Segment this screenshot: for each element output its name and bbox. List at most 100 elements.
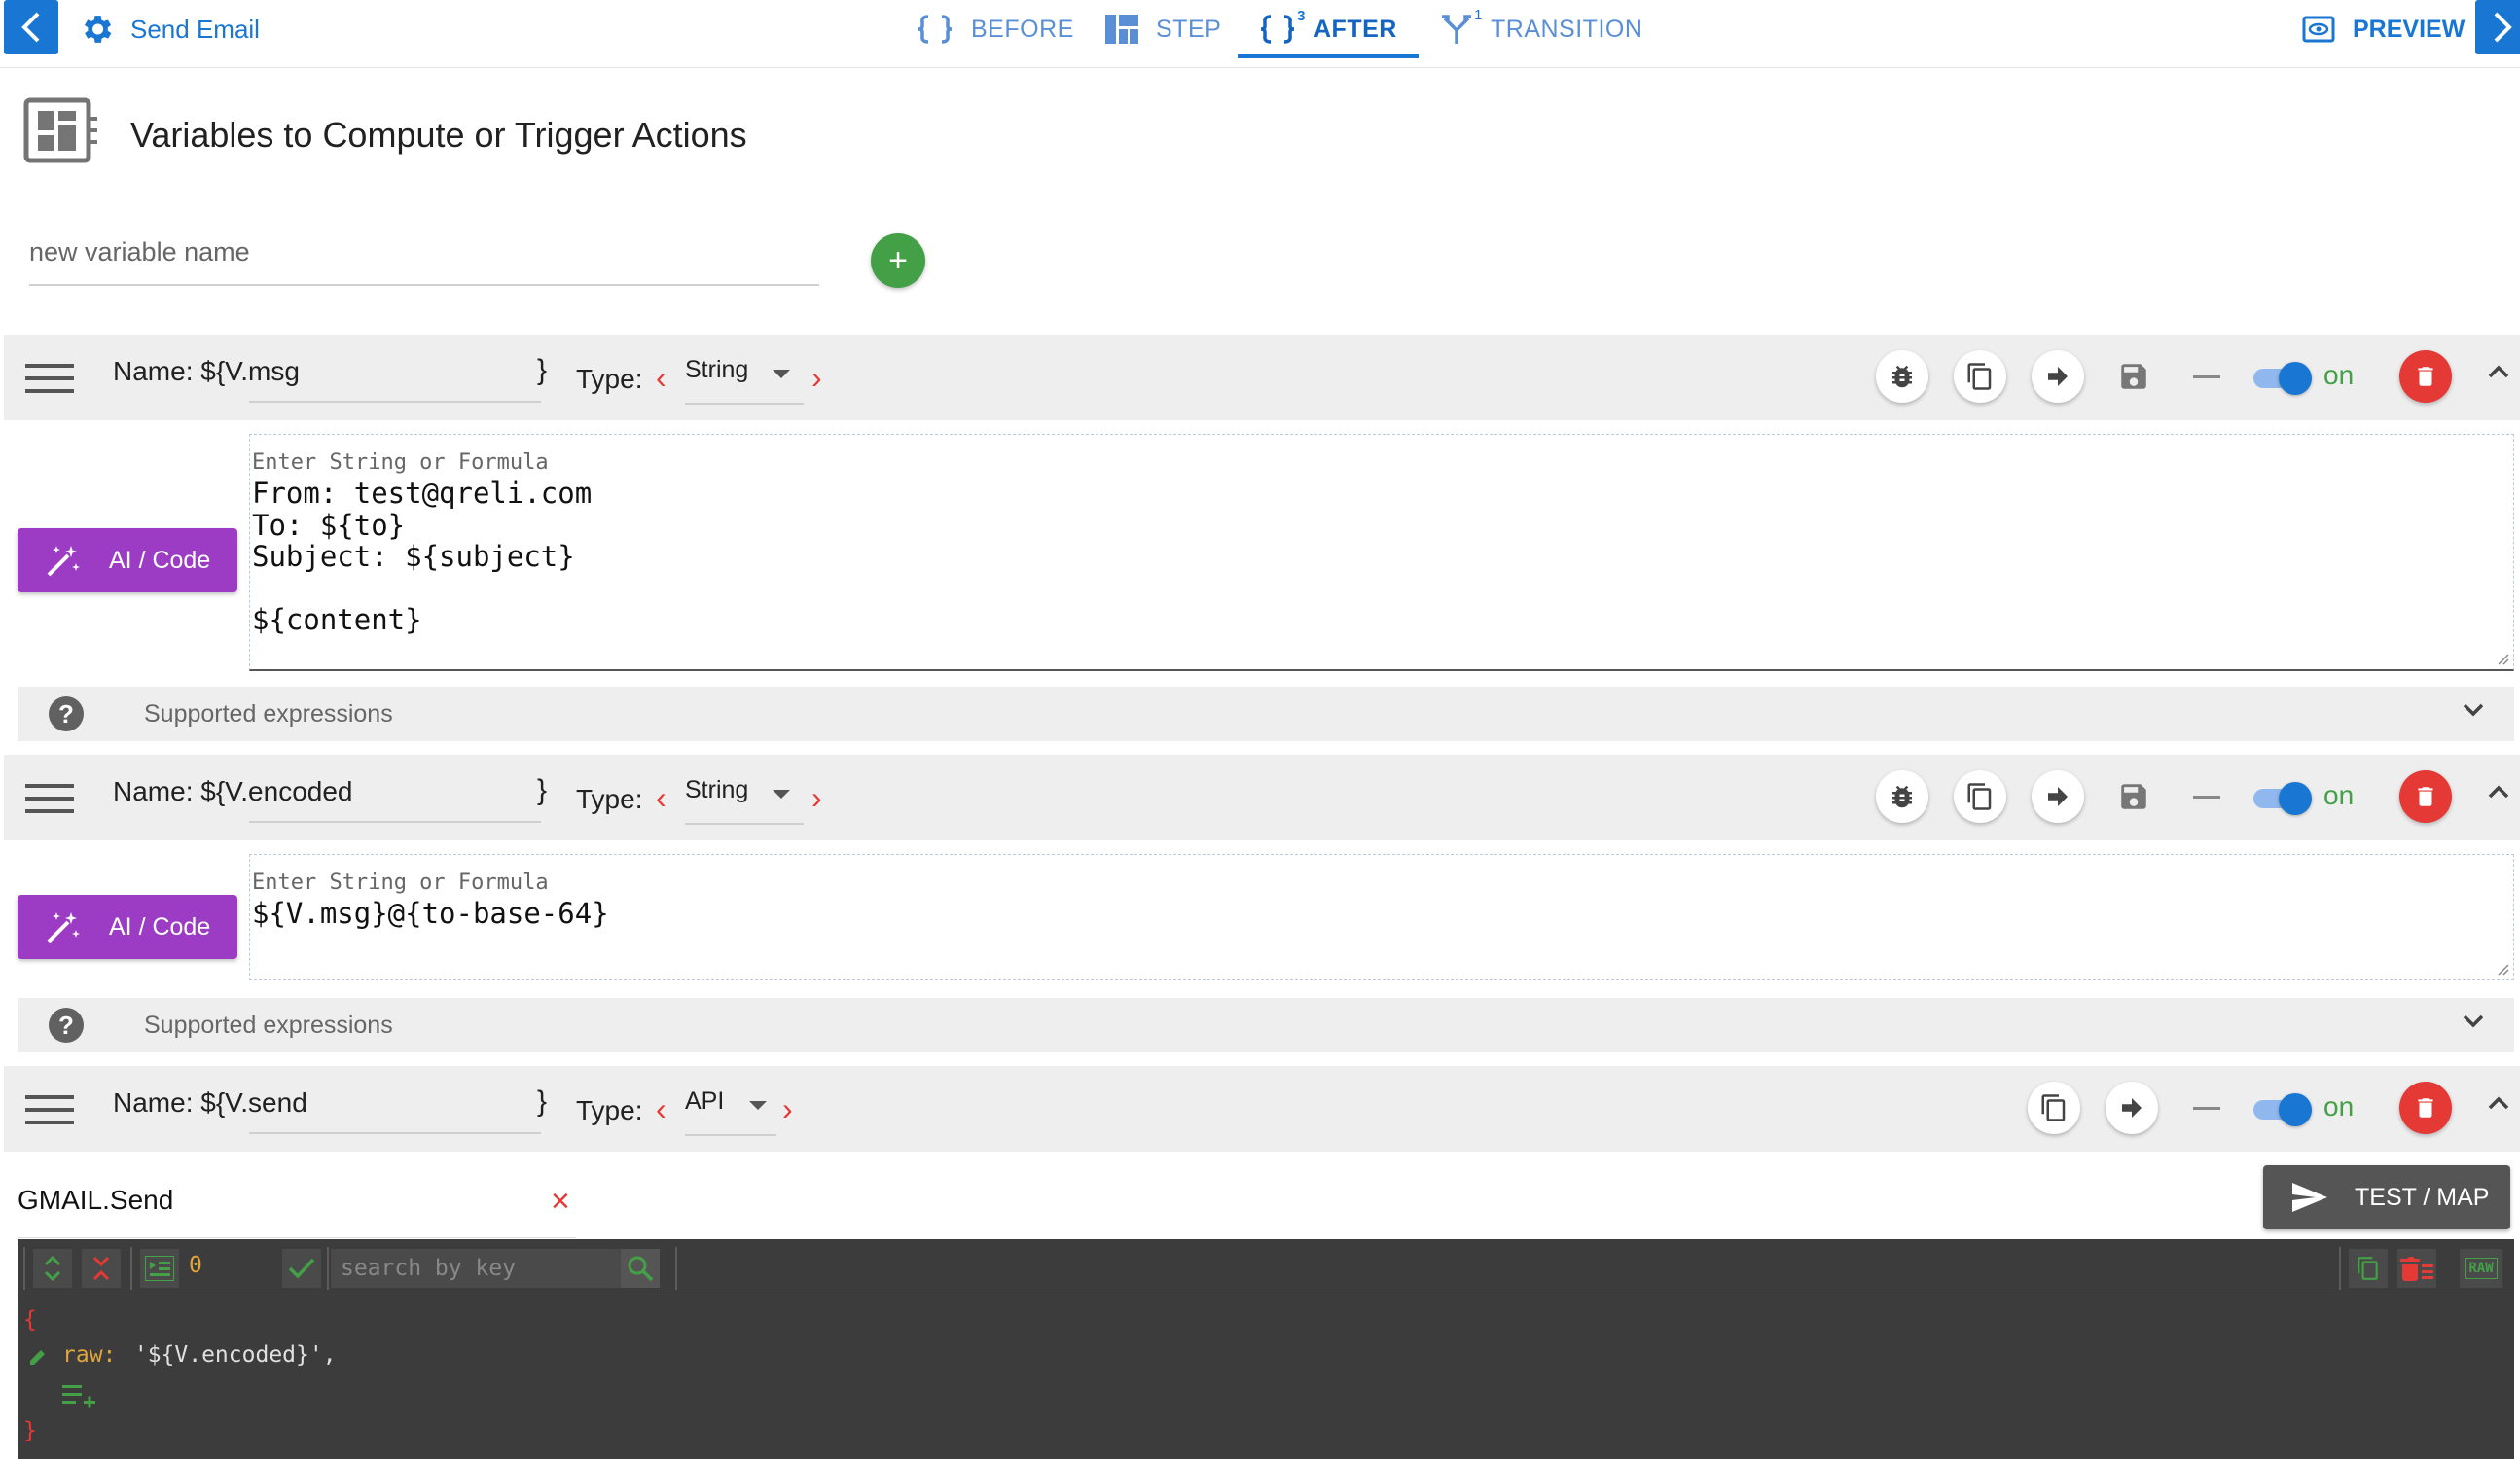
copy-button[interactable]	[1954, 350, 2006, 403]
chevron-up-icon[interactable]	[2487, 784, 2510, 800]
json-editor[interactable]: 0 search by key RAW { raw: '${V.encoded}…	[18, 1239, 2514, 1459]
formula-editor[interactable]: Enter String or Formula From: test@qreli…	[249, 434, 2514, 671]
add-variable-button[interactable]: +	[871, 233, 925, 288]
toggle-label: on	[2323, 780, 2355, 810]
save-icon[interactable]	[2117, 780, 2150, 813]
resize-grip-icon[interactable]	[2496, 652, 2509, 665]
add-field-icon[interactable]	[62, 1383, 97, 1408]
drag-handle-icon[interactable]	[25, 364, 76, 393]
ai-code-label: AI / Code	[109, 912, 211, 941]
chevron-up-icon[interactable]	[2487, 1095, 2510, 1111]
toggle-label: on	[2323, 360, 2355, 390]
search-button[interactable]	[621, 1249, 660, 1288]
collapse-icon	[92, 1256, 110, 1281]
enable-toggle[interactable]	[2253, 362, 2312, 395]
forward-button[interactable]	[2475, 0, 2520, 54]
fork-icon: 1	[1440, 7, 1483, 46]
type-select[interactable]: String	[685, 776, 748, 804]
new-variable-input[interactable]: new variable name	[29, 220, 819, 286]
collapse-all-button[interactable]	[82, 1249, 121, 1288]
enable-toggle[interactable]	[2253, 782, 2312, 815]
list-view-button[interactable]	[140, 1249, 179, 1288]
toolbar-separator	[2339, 1247, 2341, 1290]
preview-button[interactable]: PREVIEW	[2302, 0, 2465, 58]
name-underline	[249, 821, 541, 823]
ai-code-button[interactable]: AI / Code	[18, 895, 237, 959]
chevron-down-icon[interactable]	[2462, 702, 2485, 718]
debug-button[interactable]	[1876, 770, 1928, 823]
supported-expressions-label: Supported expressions	[144, 700, 393, 728]
tab-after[interactable]: 3 AFTER	[1259, 0, 1397, 58]
variable-name-field[interactable]: Name: ${V.msg	[113, 356, 300, 387]
tab-transition[interactable]: 1 TRANSITION	[1440, 0, 1642, 58]
variable-name-field[interactable]: Name: ${V.send	[113, 1087, 307, 1119]
type-prev-icon[interactable]: ‹	[656, 780, 666, 816]
toolbar-separator	[327, 1247, 329, 1290]
dropdown-arrow-icon[interactable]	[773, 370, 790, 378]
clear-api-icon[interactable]: ×	[551, 1183, 570, 1221]
drag-handle-icon[interactable]	[25, 784, 76, 813]
step-title[interactable]: Send Email	[78, 10, 260, 49]
type-select[interactable]: String	[685, 356, 748, 384]
save-icon[interactable]	[2117, 360, 2150, 393]
clear-json-button[interactable]	[2397, 1249, 2436, 1288]
magic-wand-icon	[47, 546, 80, 577]
json-search-input[interactable]: search by key	[331, 1249, 642, 1288]
expand-all-button[interactable]	[33, 1249, 72, 1288]
debug-button[interactable]	[1876, 350, 1928, 403]
delete-button[interactable]	[2399, 1082, 2452, 1134]
test-map-button[interactable]: TEST / MAP	[2263, 1165, 2510, 1229]
ai-code-button[interactable]: AI / Code	[18, 528, 237, 592]
copy-button[interactable]	[2028, 1082, 2080, 1134]
copy-json-button[interactable]	[2349, 1249, 2388, 1288]
move-button[interactable]	[2032, 770, 2084, 823]
delete-button[interactable]	[2399, 350, 2452, 403]
variables-section-icon	[23, 97, 97, 163]
tab-transition-badge: 1	[1474, 7, 1483, 23]
edit-pencil-icon[interactable]	[27, 1346, 49, 1368]
type-next-icon[interactable]: ›	[811, 360, 822, 396]
supported-expressions-panel[interactable]: ? Supported expressions	[18, 687, 2514, 741]
raw-mode-button[interactable]: RAW	[2460, 1249, 2502, 1288]
delete-button[interactable]	[2399, 770, 2452, 823]
collapse-dash-icon[interactable]	[2193, 375, 2220, 378]
chevron-up-icon[interactable]	[2487, 364, 2510, 379]
type-prev-icon[interactable]: ‹	[656, 1091, 666, 1127]
type-select[interactable]: API	[685, 1087, 724, 1116]
chevron-left-icon	[21, 12, 40, 43]
supported-expressions-panel[interactable]: ? Supported expressions	[18, 998, 2514, 1052]
resize-grip-icon[interactable]	[2496, 962, 2509, 976]
name-underline	[249, 1132, 541, 1134]
back-button[interactable]	[4, 0, 58, 54]
api-name-field[interactable]: GMAIL.Send	[18, 1185, 173, 1216]
copy-icon	[2041, 1094, 2066, 1121]
type-next-icon[interactable]: ›	[782, 1091, 793, 1127]
confirm-button[interactable]	[282, 1249, 321, 1288]
variable-name-field[interactable]: Name: ${V.encoded	[113, 776, 353, 807]
chevron-down-icon[interactable]	[2462, 1014, 2485, 1029]
dropdown-arrow-icon[interactable]	[773, 790, 790, 799]
type-label: Type:	[576, 1095, 643, 1125]
collapse-dash-icon[interactable]	[2193, 796, 2220, 799]
drag-handle-icon[interactable]	[25, 1095, 76, 1124]
dropdown-arrow-icon[interactable]	[749, 1101, 767, 1110]
copy-button[interactable]	[1954, 770, 2006, 823]
type-underline	[685, 403, 804, 405]
type-next-icon[interactable]: ›	[811, 780, 822, 816]
trash-lines-icon	[2400, 1257, 2433, 1281]
tab-before[interactable]: BEFORE	[917, 0, 1074, 58]
check-icon	[288, 1258, 315, 1279]
enable-toggle[interactable]	[2253, 1093, 2312, 1126]
bug-icon	[1892, 365, 1912, 388]
editor-code: From: test@qreli.com To: ${to} Subject: …	[252, 477, 593, 636]
copy-icon	[2358, 1257, 2378, 1280]
type-prev-icon[interactable]: ‹	[656, 360, 666, 396]
tab-step[interactable]: STEP	[1105, 0, 1221, 58]
api-name-underline	[18, 1237, 576, 1238]
step-title-text: Send Email	[130, 14, 260, 44]
collapse-dash-icon[interactable]	[2193, 1107, 2220, 1110]
move-button[interactable]	[2032, 350, 2084, 403]
move-button[interactable]	[2106, 1082, 2158, 1134]
formula-editor[interactable]: Enter String or Formula ${V.msg}@{to-bas…	[249, 854, 2514, 980]
json-value[interactable]: '${V.encoded}',	[121, 1342, 337, 1368]
